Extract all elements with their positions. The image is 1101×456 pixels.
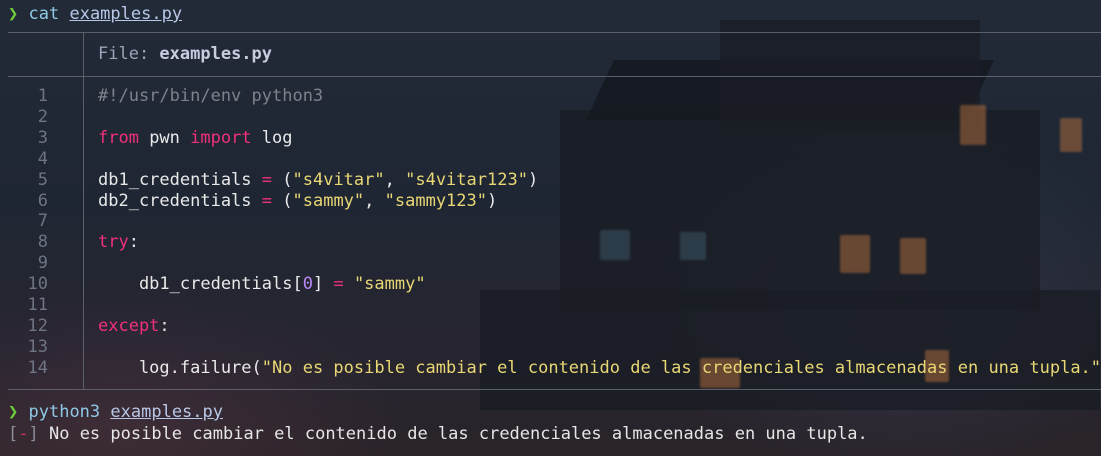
failure-marker: - bbox=[18, 424, 29, 444]
line-number: 9 bbox=[37, 253, 48, 274]
code-token: db1_credentials bbox=[98, 169, 262, 190]
command-argument[interactable]: examples.py bbox=[69, 4, 182, 24]
code-token: , bbox=[384, 169, 406, 190]
code-token: try bbox=[98, 232, 129, 253]
code-line: from pwn import log bbox=[98, 128, 293, 149]
bat-header-border bbox=[8, 76, 1101, 77]
code-token: ( bbox=[272, 169, 293, 190]
output-bracket-open: [ bbox=[8, 424, 19, 444]
code-token: db1_credentials[ bbox=[98, 274, 303, 295]
code-token: ) bbox=[527, 169, 539, 190]
code-line: db2_credentials = ("sammy", "sammy123") bbox=[98, 191, 497, 212]
line-number: 3 bbox=[37, 127, 48, 148]
line-number: 14 bbox=[27, 357, 48, 378]
code-line: #!/usr/bin/env python3 bbox=[98, 86, 323, 107]
code-token: pwn bbox=[138, 127, 191, 148]
code-token: = bbox=[333, 274, 344, 295]
code-line: try: bbox=[98, 232, 139, 253]
code-line: except: bbox=[98, 316, 170, 337]
code-line: db1_credentials = ("s4vitar", "s4vitar12… bbox=[98, 170, 538, 191]
command-line-python: ❯ python3 examples.py bbox=[8, 401, 223, 423]
bat-header-divider bbox=[83, 32, 84, 76]
bat-gutter-divider bbox=[83, 76, 84, 389]
output-message: No es posible cambiar el contenido de la… bbox=[38, 424, 868, 444]
code-token: : bbox=[159, 315, 170, 336]
code-line: db1_credentials[0] = "sammy" bbox=[98, 274, 426, 295]
line-number: 11 bbox=[27, 295, 48, 315]
command-line-cat: ❯ cat examples.py bbox=[8, 3, 182, 25]
code-token: "sammy" bbox=[353, 274, 426, 295]
code-token: db2_credentials bbox=[98, 190, 262, 211]
code-token: import bbox=[190, 127, 252, 148]
line-number: 8 bbox=[37, 232, 48, 253]
code-token: "sammy123" bbox=[384, 190, 487, 211]
line-number: 2 bbox=[37, 106, 48, 127]
prompt-chevron-icon: ❯ bbox=[8, 402, 19, 422]
code-token: except bbox=[98, 315, 160, 336]
bat-bottom-border bbox=[8, 389, 1101, 390]
line-number: 1 bbox=[37, 86, 48, 106]
code-token: , bbox=[364, 190, 385, 211]
bat-top-border bbox=[8, 32, 1101, 33]
code-line: log.failure("No es posible cambiar el co… bbox=[98, 358, 1101, 379]
code-token: log bbox=[251, 127, 293, 148]
code-token: = bbox=[261, 169, 273, 190]
code-token: "sammy" bbox=[292, 190, 365, 211]
code-token: "s4vitar123" bbox=[405, 169, 528, 190]
line-number: 4 bbox=[37, 148, 48, 169]
output-bracket-close: ] bbox=[28, 424, 39, 444]
output-line: [-] No es posible cambiar el contenido d… bbox=[8, 423, 868, 445]
line-number: 10 bbox=[27, 274, 48, 295]
line-number: 6 bbox=[37, 190, 48, 211]
bat-file-header: File: examples.py bbox=[98, 43, 272, 65]
code-token: from bbox=[98, 127, 139, 148]
code-token: = bbox=[261, 190, 273, 211]
code-token: "No es posible cambiar el contenido de l… bbox=[261, 357, 1101, 378]
code-token: : bbox=[128, 232, 139, 253]
code-token: ] bbox=[312, 274, 334, 295]
command-name: python3 bbox=[28, 402, 101, 422]
code-token: ) bbox=[487, 190, 498, 211]
code-token: 0 bbox=[302, 274, 313, 295]
file-prefix: File: bbox=[98, 44, 160, 64]
file-name: examples.py bbox=[159, 44, 273, 64]
prompt-chevron-icon: ❯ bbox=[8, 4, 19, 24]
line-number: 12 bbox=[27, 315, 48, 336]
line-number: 7 bbox=[37, 211, 48, 232]
line-number: 13 bbox=[27, 336, 48, 357]
code-token: "s4vitar" bbox=[292, 169, 385, 190]
code-token: #!/usr/bin/env python3 bbox=[98, 86, 324, 106]
command-argument[interactable]: examples.py bbox=[110, 402, 223, 422]
code-token: ( bbox=[272, 190, 293, 211]
code-token: log.failure( bbox=[98, 357, 262, 378]
command-name: cat bbox=[28, 4, 60, 24]
line-number: 5 bbox=[37, 169, 48, 190]
terminal-window[interactable]: ❯ cat examples.py File: examples.py 1 #!/… bbox=[0, 0, 1101, 456]
